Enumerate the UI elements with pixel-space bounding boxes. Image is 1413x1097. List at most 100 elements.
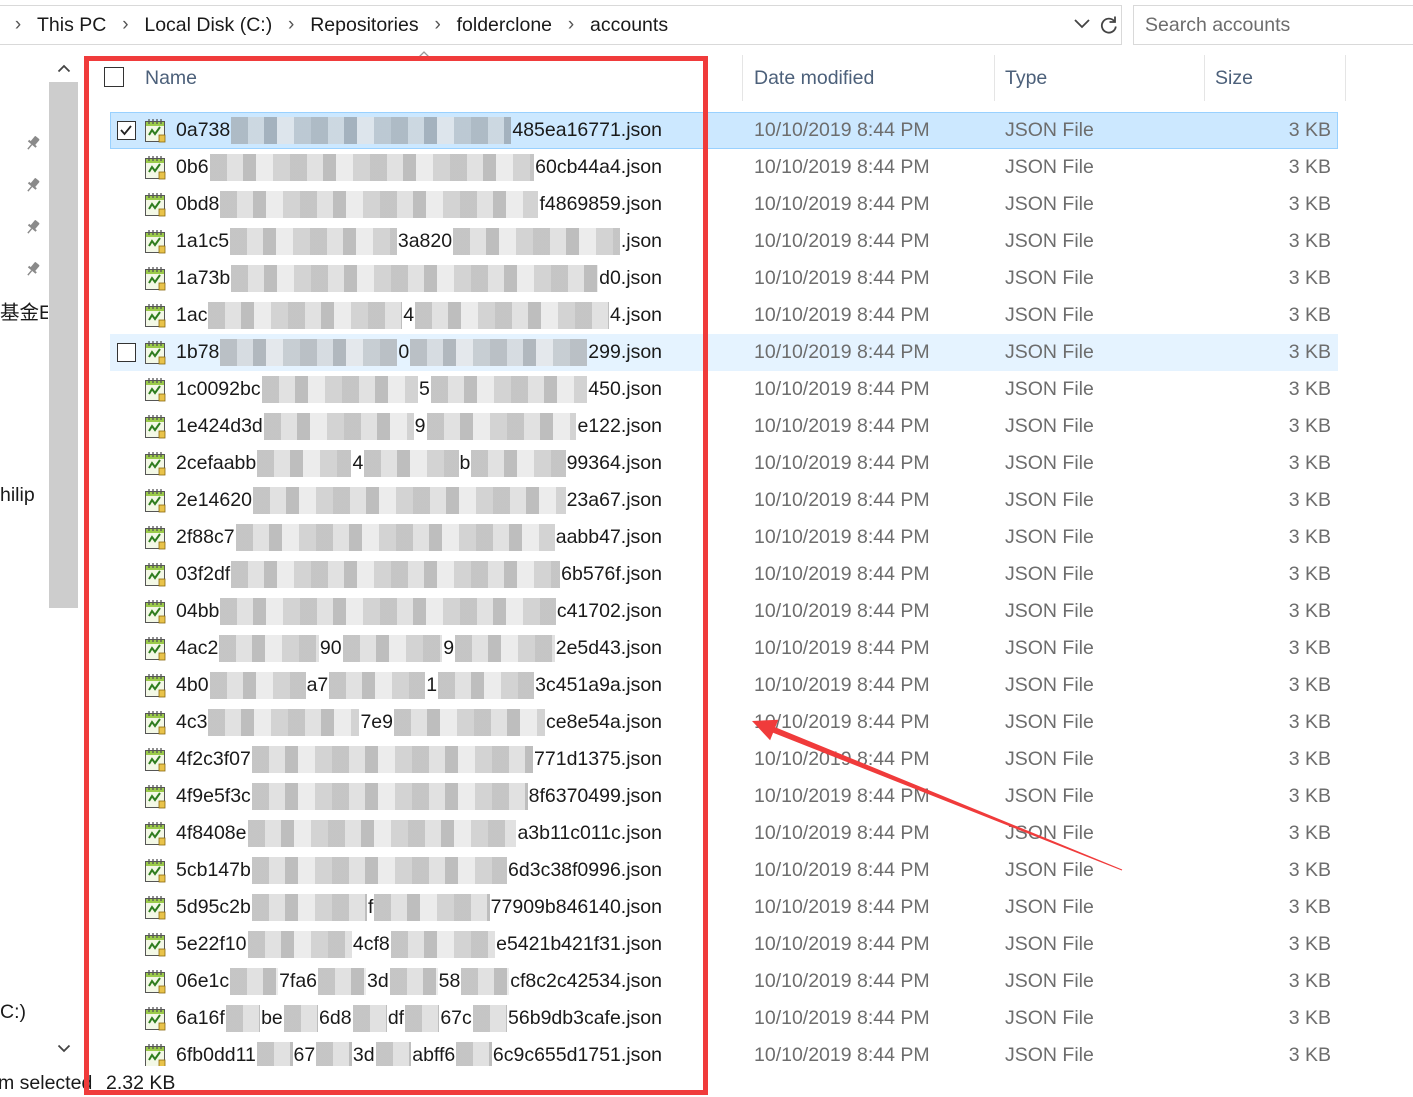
breadcrumb-local-disk[interactable]: Local Disk (C:) [144,6,272,44]
row-checkbox[interactable] [117,121,136,140]
file-size: 3 KB [1288,970,1331,992]
file-row[interactable]: 1a1c5 3a820 .json 10/10/2019 8:44 PM JSON Fi… [0,223,1413,260]
file-name[interactable]: 6fb0dd11 67 3d abff6 6c9c655d1751.json [176,1037,662,1066]
breadcrumb-repositories[interactable]: Repositories [310,6,418,44]
file-row[interactable]: 04bb c41702.json 10/10/2019 8:44 PM JSON Fi… [0,593,1413,630]
file-name-fragment: 6fb0dd11 [176,1044,256,1066]
file-name[interactable]: 2cefaabb 4 b 99364.json [176,445,662,482]
chevron-right-icon[interactable]: › [272,6,310,44]
checkmark-icon [120,125,132,136]
file-row[interactable]: 4c3 7e9 ce8e54a.json 10/10/2019 8:44 PM JSON… [0,704,1413,741]
file-date-modified: 10/10/2019 8:44 PM [754,193,930,215]
file-name[interactable]: 5d95c2b f 77909b846140.json [176,889,662,926]
file-list[interactable]: 0a738 485ea16771.json 10/10/2019 8:44 PM JS… [0,112,1413,1066]
file-name[interactable]: 4ac2 90 9 2e5d43.json [176,630,662,667]
file-row[interactable]: 0a738 485ea16771.json 10/10/2019 8:44 PM JS… [0,112,1413,149]
file-name-fragment: 2f88c7 [176,526,235,548]
file-name-fragment: 7fa6 [279,970,318,992]
file-name[interactable]: 06e1c 7fa6 3d 58 cf8c2c42534.json [176,963,662,1000]
file-row[interactable]: 0b6 60cb44a4.json 10/10/2019 8:44 PM JSON F… [0,149,1413,186]
redacted-blur [472,1005,508,1032]
file-row[interactable]: 1b78 0 299.json 10/10/2019 8:44 PM JSON File… [0,334,1413,371]
file-row[interactable]: 2cefaabb 4 b 99364.json 10/10/2019 8:44 PM JS… [0,445,1413,482]
file-row[interactable]: 1c0092bc 5 450.json 10/10/2019 8:44 PM JSON … [0,371,1413,408]
column-header-size[interactable]: Size [1215,55,1253,101]
address-bar[interactable]: › This PC › Local Disk (C:) › Repositori… [0,5,1122,45]
row-checkbox[interactable] [117,343,136,362]
file-row[interactable]: 5d95c2b f 77909b846140.json 10/10/2019 8:44… [0,889,1413,926]
file-row[interactable]: 5e22f10 4cf8 e5421b421f31.json 10/10/2019 8… [0,926,1413,963]
file-row[interactable]: 2e14620 23a67.json 10/10/2019 8:44 PM JSON … [0,482,1413,519]
json-file-icon [145,563,166,587]
file-row[interactable]: 1e424d3d 9 e122.json 10/10/2019 8:44 PM JSON… [0,408,1413,445]
file-name[interactable]: 4f9e5f3c 8f6370499.json [176,778,662,815]
file-name-fragment: 1a1c5 [176,230,230,252]
chevron-right-icon[interactable]: › [552,6,590,44]
breadcrumb-this-pc[interactable]: This PC [37,6,106,44]
file-name[interactable]: 2f88c7 aabb47.json [176,519,662,556]
column-divider[interactable] [1204,55,1205,101]
file-name[interactable]: 1ac 4 4.json [176,297,662,334]
file-name-fragment: 0a738 [176,119,231,141]
file-name[interactable]: 4f8408e a3b11c011c.json [176,815,662,852]
file-name[interactable]: 2e14620 23a67.json [176,482,662,519]
file-row[interactable]: 1a73b d0.json 10/10/2019 8:44 PM JSON File 3… [0,260,1413,297]
json-file-icon [145,230,166,254]
file-name[interactable]: 6a16f be 6d8 df 67c 56b9db3cafe.json [176,1000,662,1037]
file-row[interactable]: 5cb147b 6d3c38f0996.json 10/10/2019 8:44 P… [0,852,1413,889]
file-row[interactable]: 6fb0dd11 67 3d abff6 6c9c655d1751.json 10/10/… [0,1037,1413,1066]
file-name[interactable]: 0a738 485ea16771.json [176,112,662,149]
file-name[interactable]: 1c0092bc 5 450.json [176,371,662,408]
file-row[interactable]: 0bd8 f4869859.json 10/10/2019 8:44 PM JSON … [0,186,1413,223]
chevron-down-icon[interactable] [1073,18,1091,30]
search-input[interactable] [1134,6,1413,44]
file-name-fragment: 03f2df [176,563,231,585]
file-name[interactable]: 1a1c5 3a820 .json [176,223,662,260]
file-row[interactable]: 2f88c7 aabb47.json 10/10/2019 8:44 PM JSON … [0,519,1413,556]
chevron-right-icon[interactable]: › [106,6,144,44]
file-size: 3 KB [1288,452,1331,474]
chevron-right-icon[interactable]: › [419,6,457,44]
breadcrumb-folderclone[interactable]: folderclone [457,6,552,44]
column-divider[interactable] [742,55,743,101]
file-name-fragment: 1c0092bc [176,378,261,400]
column-header-name[interactable]: Name [145,55,197,101]
column-divider[interactable] [994,55,995,101]
file-name-fragment: .json [620,230,662,252]
chevron-right-icon[interactable]: › [0,6,37,44]
file-row[interactable]: 4f8408e a3b11c011c.json 10/10/2019 8:44 PM… [0,815,1413,852]
file-name[interactable]: 5cb147b 6d3c38f0996.json [176,852,662,889]
file-name[interactable]: 4b0 a7 1 3c451a9a.json [176,667,662,704]
file-row[interactable]: 6a16f be 6d8 df 67c 56b9db3cafe.json 10/10/201… [0,1000,1413,1037]
file-row[interactable]: 06e1c 7fa6 3d 58 cf8c2c42534.json 10/10/2019 … [0,963,1413,1000]
file-row[interactable]: 4b0 a7 1 3c451a9a.json 10/10/2019 8:44 PM JSO… [0,667,1413,704]
file-name[interactable]: 03f2df 6b576f.json [176,556,662,593]
file-name[interactable]: 1a73b d0.json [176,260,662,297]
file-name[interactable]: 1b78 0 299.json [176,334,662,371]
file-name[interactable]: 4c3 7e9 ce8e54a.json [176,704,662,741]
redacted-blur [453,228,620,255]
file-name[interactable]: 5e22f10 4cf8 e5421b421f31.json [176,926,662,963]
file-date-modified: 10/10/2019 8:44 PM [754,378,930,400]
file-name[interactable]: 4f2c3f07 771d1375.json [176,741,662,778]
file-type: JSON File [1005,822,1094,844]
column-header-type[interactable]: Type [1005,55,1047,101]
select-all-checkbox[interactable] [104,67,124,87]
file-row[interactable]: 4f9e5f3c 8f6370499.json 10/10/2019 8:44 PM… [0,778,1413,815]
file-row[interactable]: 1ac 4 4.json 10/10/2019 8:44 PM JSON File 3 K… [0,297,1413,334]
refresh-icon[interactable] [1099,15,1119,35]
file-row[interactable]: 4f2c3f07 771d1375.json 10/10/2019 8:44 PM J… [0,741,1413,778]
file-date-modified: 10/10/2019 8:44 PM [754,452,930,474]
file-type: JSON File [1005,933,1094,955]
column-divider[interactable] [1345,55,1346,101]
file-name[interactable]: 1e424d3d 9 e122.json [176,408,662,445]
search-box[interactable] [1133,5,1413,45]
column-header-date-modified[interactable]: Date modified [754,55,874,101]
file-row[interactable]: 03f2df 6b576f.json 10/10/2019 8:44 PM JSON … [0,556,1413,593]
breadcrumb-accounts[interactable]: accounts [590,6,668,44]
scroll-up-button[interactable] [49,55,78,82]
file-name[interactable]: 0b6 60cb44a4.json [176,149,662,186]
file-name[interactable]: 0bd8 f4869859.json [176,186,662,223]
file-row[interactable]: 4ac2 90 9 2e5d43.json 10/10/2019 8:44 PM JSON… [0,630,1413,667]
file-name[interactable]: 04bb c41702.json [176,593,662,630]
